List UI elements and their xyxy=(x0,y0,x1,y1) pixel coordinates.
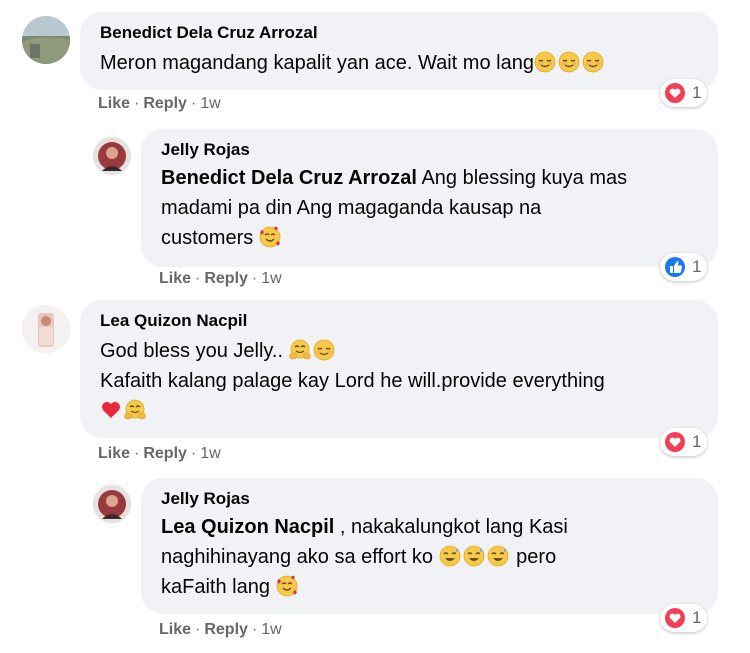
grinning-sweat-face-icon xyxy=(486,545,509,567)
hugging-face-icon xyxy=(124,399,146,420)
separator: · xyxy=(251,270,258,287)
reaction-badge[interactable]: 1 xyxy=(660,604,708,632)
comment-text-body: kaFaith lang xyxy=(161,576,270,598)
red-heart-icon xyxy=(102,402,120,418)
comment-author[interactable]: Benedict Dela Cruz Arrozal xyxy=(100,22,698,44)
comment-text: Lea Quizon Nacpil , nakakalungkot lang K… xyxy=(161,512,698,602)
comment-actions: Like · Reply · 1w xyxy=(98,445,221,463)
grinning-sweat-face-icon xyxy=(462,545,485,567)
comment-text-body: God bless you Jelly.. xyxy=(100,340,284,362)
reply-button[interactable]: Reply xyxy=(143,95,187,112)
like-button[interactable]: Like xyxy=(98,445,130,462)
comment-text-body: Meron magandang kapalit yan ace. Wait mo… xyxy=(100,52,534,74)
heart-icon xyxy=(665,608,685,628)
heart-icon xyxy=(665,432,685,452)
separator: · xyxy=(195,270,201,287)
reaction-count: 1 xyxy=(692,83,702,102)
like-button[interactable]: Like xyxy=(159,270,191,287)
like-thumb-icon xyxy=(665,257,685,277)
mention-link[interactable]: Benedict Dela Cruz Arrozal xyxy=(161,167,417,189)
timestamp[interactable]: 1w xyxy=(200,445,220,462)
comment-actions: Like · Reply · 1w xyxy=(159,621,282,639)
comment-text: God bless you Jelly.. Kafaith kalang pal… xyxy=(100,336,698,426)
comment-text: Meron magandang kapalit yan ace. Wait mo… xyxy=(100,48,698,78)
reaction-count: 1 xyxy=(692,608,702,627)
reply-button[interactable]: Reply xyxy=(204,621,248,638)
separator: · xyxy=(190,445,197,462)
relieved-face-icon xyxy=(558,51,580,73)
avatar[interactable] xyxy=(93,137,131,175)
grinning-sweat-face-icon xyxy=(438,545,461,567)
comment-author[interactable]: Jelly Rojas xyxy=(161,139,698,161)
avatar[interactable] xyxy=(22,305,70,353)
mention-link[interactable]: Lea Quizon Nacpil xyxy=(161,516,334,538)
comment-bubble: Lea Quizon Nacpil God bless you Jelly.. … xyxy=(80,300,718,438)
avatar[interactable] xyxy=(93,485,131,523)
comment-text-body: Ang blessing kuya mas xyxy=(417,167,628,189)
comment-bubble: Jelly Rojas Lea Quizon Nacpil , nakakalu… xyxy=(141,478,718,614)
timestamp[interactable]: 1w xyxy=(200,95,220,112)
avatar[interactable] xyxy=(22,16,70,64)
reaction-badge[interactable]: 1 xyxy=(660,253,708,281)
separator: · xyxy=(134,95,140,112)
comment-text-body: Kafaith kalang palage kay Lord he will.p… xyxy=(100,370,605,392)
like-button[interactable]: Like xyxy=(98,95,130,112)
comment-text-body: naghihinayang ako sa effort ko xyxy=(161,546,434,568)
reaction-badge[interactable]: 1 xyxy=(660,79,708,107)
comment-author[interactable]: Jelly Rojas xyxy=(161,488,698,510)
comment-text-body: madami pa din Ang magaganda kausap na xyxy=(161,197,542,219)
reaction-count: 1 xyxy=(692,432,702,451)
reaction-count: 1 xyxy=(692,257,702,276)
relieved-face-icon xyxy=(582,51,604,73)
timestamp[interactable]: 1w xyxy=(261,270,281,287)
separator: · xyxy=(190,95,197,112)
separator: · xyxy=(195,621,201,638)
like-button[interactable]: Like xyxy=(159,621,191,638)
comment-text: Benedict Dela Cruz Arrozal Ang blessing … xyxy=(161,163,698,253)
smiling-face-with-hearts-icon xyxy=(259,226,281,248)
comment-bubble: Jelly Rojas Benedict Dela Cruz Arrozal A… xyxy=(141,129,718,267)
comment-text-body: , nakakalungkot lang Kasi xyxy=(334,516,568,538)
reply-button[interactable]: Reply xyxy=(143,445,187,462)
smiling-face-with-hearts-icon xyxy=(275,575,298,597)
comment-bubble: Benedict Dela Cruz Arrozal Meron maganda… xyxy=(80,12,718,90)
reaction-badge[interactable]: 1 xyxy=(660,428,708,456)
reply-button[interactable]: Reply xyxy=(204,270,248,287)
comment-actions: Like · Reply · 1w xyxy=(98,95,221,113)
comment-text-body: customers xyxy=(161,227,254,249)
comment-actions: Like · Reply · 1w xyxy=(159,270,282,288)
comment-author[interactable]: Lea Quizon Nacpil xyxy=(100,310,698,332)
timestamp[interactable]: 1w xyxy=(261,621,281,638)
hugging-face-icon xyxy=(288,339,311,360)
separator: · xyxy=(251,621,258,638)
comment-text-body: pero xyxy=(510,546,557,568)
relieved-face-icon xyxy=(534,51,556,73)
heart-icon xyxy=(665,83,685,103)
relieved-face-icon xyxy=(312,339,335,361)
separator: · xyxy=(134,445,140,462)
